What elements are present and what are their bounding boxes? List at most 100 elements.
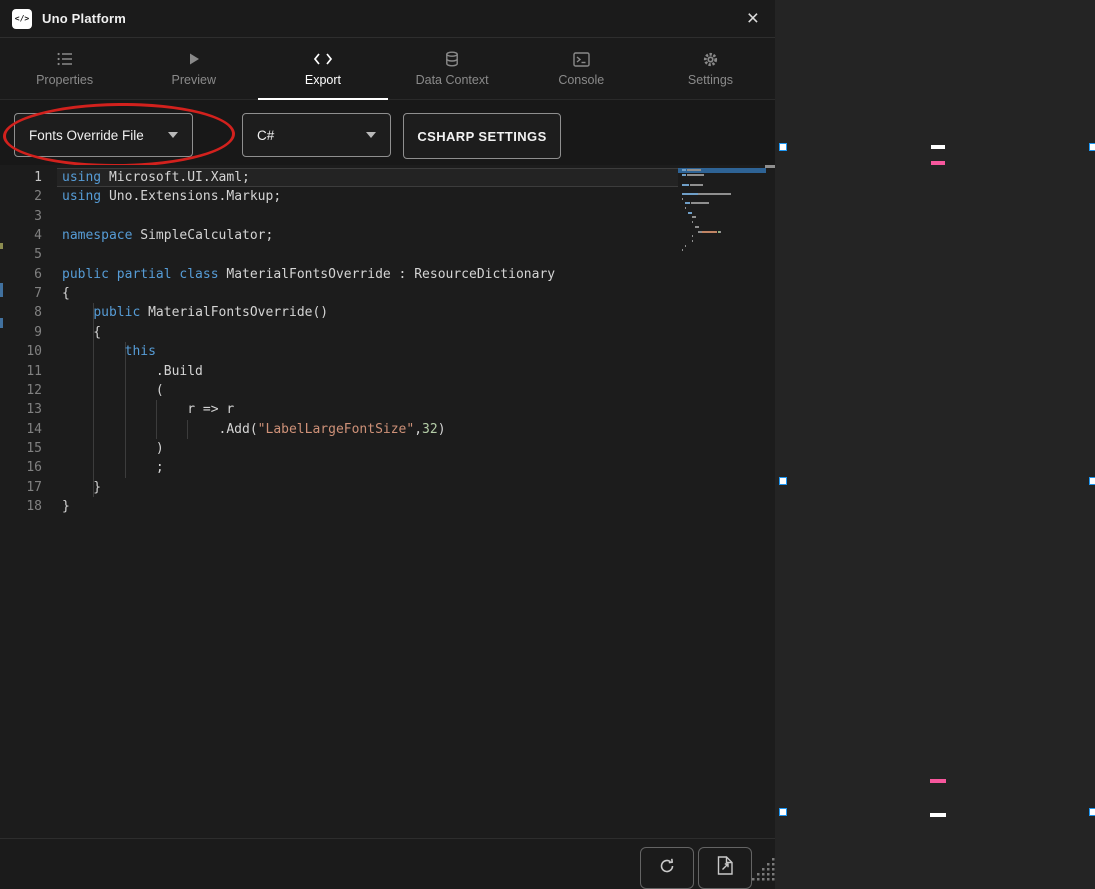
code-text: } xyxy=(62,497,70,516)
file-type-dropdown-value: Fonts Override File xyxy=(29,128,144,143)
minimap-slider[interactable] xyxy=(765,165,775,168)
tab-label: Data Context xyxy=(416,73,489,87)
database-icon xyxy=(444,51,460,68)
code-text: { xyxy=(62,323,101,342)
tab-label: Export xyxy=(305,73,341,87)
refresh-icon xyxy=(658,857,676,880)
code-line-5: 5 xyxy=(0,245,775,264)
uno-platform-window: </> Uno Platform × Properties Preview Expo… xyxy=(0,0,1095,889)
selection-handle[interactable] xyxy=(931,145,945,149)
line-number: 17 xyxy=(0,478,42,497)
close-icon[interactable]: × xyxy=(743,8,763,29)
line-number: 6 xyxy=(0,265,42,284)
tab-console[interactable]: Console xyxy=(517,38,646,99)
code-text: this xyxy=(62,342,156,361)
code-line-15: 15 ) xyxy=(0,439,775,458)
line-number: 7 xyxy=(0,284,42,303)
tab-data-context[interactable]: Data Context xyxy=(388,38,517,99)
line-number: 5 xyxy=(0,245,42,264)
code-line-10: 10 this xyxy=(0,342,775,361)
gutter-change-mark xyxy=(0,243,3,249)
chevron-down-icon xyxy=(168,132,178,138)
selection-handle[interactable] xyxy=(779,477,787,485)
export-file-button[interactable] xyxy=(698,847,752,889)
line-number: 11 xyxy=(0,362,42,381)
refresh-button[interactable] xyxy=(640,847,694,889)
language-dropdown-value: C# xyxy=(257,128,274,143)
resize-handle-pink[interactable] xyxy=(930,779,946,783)
line-number: 8 xyxy=(0,303,42,322)
tab-settings[interactable]: Settings xyxy=(646,38,775,99)
code-line-11: 11 .Build xyxy=(0,362,775,381)
gutter-change-mark xyxy=(0,318,3,328)
code-text: using Uno.Extensions.Markup; xyxy=(62,187,281,206)
code-line-18: 18} xyxy=(0,497,775,516)
code-text: r => r xyxy=(62,400,234,419)
gutter-change-mark xyxy=(0,283,3,297)
selection-handle[interactable] xyxy=(930,813,946,817)
code-brackets-icon xyxy=(313,51,333,68)
code-editor[interactable]: 1 using Microsoft.UI.Xaml; 2 using Uno.Exte… xyxy=(0,165,775,838)
minimap[interactable] xyxy=(678,168,766,278)
resize-handle-pink[interactable] xyxy=(931,161,945,165)
line-number: 12 xyxy=(0,381,42,400)
resize-grip[interactable] xyxy=(752,858,778,889)
code-line-2: 2 using Uno.Extensions.Markup; xyxy=(0,187,775,206)
code-line-8: 8 public MaterialFontsOverride() xyxy=(0,303,775,322)
code-line-13: 13 r => r xyxy=(0,400,775,419)
code-text: public MaterialFontsOverride() xyxy=(62,303,328,322)
line-number: 14 xyxy=(0,420,42,439)
code-line-4: 4 namespace SimpleCalculator; xyxy=(0,226,775,245)
code-text: using Microsoft.UI.Xaml; xyxy=(62,168,250,187)
left-panel: </> Uno Platform × Properties Preview Expo… xyxy=(0,0,775,889)
csharp-settings-button[interactable]: CSHARP SETTINGS xyxy=(403,113,561,159)
code-line-7: 7{ xyxy=(0,284,775,303)
tab-export[interactable]: Export xyxy=(258,38,387,99)
line-number: 13 xyxy=(0,400,42,419)
export-toolbar: Fonts Override File C# CSHARP SETTINGS xyxy=(0,100,775,165)
code-text: .Build xyxy=(62,362,203,381)
tab-bar: Properties Preview Export Data Context Conso… xyxy=(0,38,775,100)
export-file-icon xyxy=(717,856,733,880)
selection-handle[interactable] xyxy=(779,808,787,816)
code-text: public partial class MaterialFontsOverri… xyxy=(62,265,555,284)
design-canvas[interactable]: Simple Calc - Light Theme 09:30 6,291/5 … xyxy=(776,0,1095,889)
tab-properties[interactable]: Properties xyxy=(0,38,129,99)
gear-icon xyxy=(702,51,719,68)
play-icon xyxy=(187,51,201,68)
terminal-icon xyxy=(573,51,590,68)
code-line-17: 17 } xyxy=(0,478,775,497)
line-number: 10 xyxy=(0,342,42,361)
selection-handle[interactable] xyxy=(1089,808,1095,816)
code-text: { xyxy=(62,284,70,303)
uno-platform-logo-icon: </> xyxy=(12,9,32,29)
tab-label: Settings xyxy=(688,73,733,87)
properties-list-icon xyxy=(57,51,73,68)
code-text: namespace SimpleCalculator; xyxy=(62,226,273,245)
code-line-3: 3 xyxy=(0,207,775,226)
line-number: 16 xyxy=(0,458,42,477)
selection-handle[interactable] xyxy=(779,143,787,151)
code-line-12: 12 ( xyxy=(0,381,775,400)
chevron-down-icon xyxy=(366,132,376,138)
line-number: 3 xyxy=(0,207,42,226)
window-title: Uno Platform xyxy=(42,11,126,26)
line-number: 15 xyxy=(0,439,42,458)
code-line-16: 16 ; xyxy=(0,458,775,477)
line-number: 1 xyxy=(0,168,42,187)
titlebar: </> Uno Platform × xyxy=(0,0,775,38)
selection-handle[interactable] xyxy=(1089,143,1095,151)
tab-label: Preview xyxy=(172,73,216,87)
code-text: ; xyxy=(62,458,164,477)
file-type-dropdown[interactable]: Fonts Override File xyxy=(14,113,193,157)
editor-footer xyxy=(0,838,775,889)
selection-handle[interactable] xyxy=(1089,477,1095,485)
language-dropdown[interactable]: C# xyxy=(242,113,391,157)
code-line-6: 6 public partial class MaterialFontsOverr… xyxy=(0,265,775,284)
tab-preview[interactable]: Preview xyxy=(129,38,258,99)
code-line-9: 9 { xyxy=(0,323,775,342)
line-number: 4 xyxy=(0,226,42,245)
tab-label: Properties xyxy=(36,73,93,87)
line-number: 2 xyxy=(0,187,42,206)
code-line-1: 1 using Microsoft.UI.Xaml; xyxy=(0,168,775,187)
